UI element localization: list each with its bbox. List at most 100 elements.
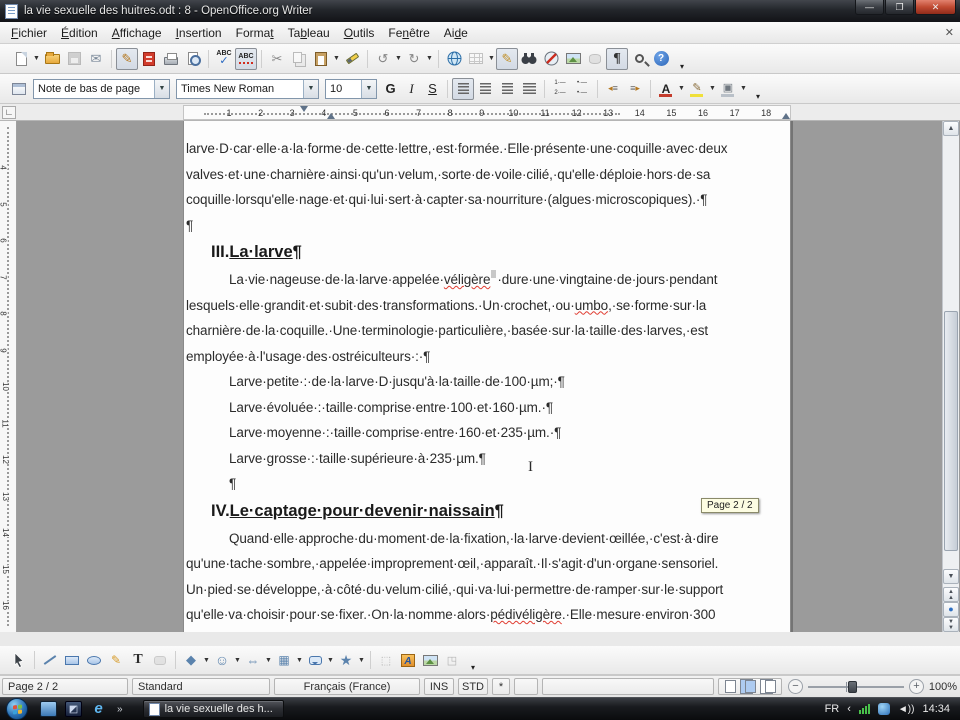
menu-fichier[interactable]: Fichier: [4, 23, 54, 43]
text-line[interactable]: Quand·elle·approche·du·moment·de·la·fixa…: [186, 526, 787, 552]
quicklaunch-browser-icon[interactable]: e: [90, 701, 107, 717]
menu-insertion[interactable]: Insertion: [169, 23, 229, 43]
close-button[interactable]: ✕: [915, 0, 956, 15]
font-color-dropdown-icon[interactable]: ▼: [677, 85, 686, 92]
data-sources-button[interactable]: [584, 48, 606, 70]
auto-spellcheck-button[interactable]: ABC: [235, 47, 257, 70]
stars-dropdown-icon[interactable]: ▼: [357, 657, 366, 664]
right-indent-marker[interactable]: [782, 113, 790, 119]
paste-dropdown-icon[interactable]: ▼: [332, 55, 341, 62]
text-line[interactable]: valves·et·une·charnière·ainsi·qu'un·velu…: [186, 162, 787, 188]
menu-tableau[interactable]: Tableau: [281, 23, 337, 43]
scroll-up-icon[interactable]: ▲: [943, 121, 959, 136]
volume-icon[interactable]: ◄)): [898, 704, 915, 715]
bold-button[interactable]: G: [380, 78, 401, 99]
left-indent-marker[interactable]: [327, 113, 335, 119]
font-dropdown-icon[interactable]: ▼: [303, 79, 318, 98]
list-line[interactable]: Larve·évoluée·:·taille·comprise·entre·10…: [186, 395, 787, 421]
navigation-icon[interactable]: ●: [943, 602, 959, 617]
menu-format[interactable]: Format: [229, 23, 281, 43]
font-size-combo[interactable]: 10 ▼: [325, 78, 377, 99]
zoom-slider[interactable]: − +: [786, 678, 926, 695]
first-line-indent-marker[interactable]: [300, 106, 308, 112]
symbol-shapes-button[interactable]: ☺: [211, 649, 233, 671]
highlighting-button[interactable]: ✎: [686, 78, 708, 100]
basic-shapes-button[interactable]: ◆: [180, 649, 202, 671]
align-right-button[interactable]: [496, 78, 518, 100]
size-dropdown-icon[interactable]: ▼: [361, 79, 376, 98]
print-button[interactable]: [160, 48, 182, 70]
rectangle-tool-button[interactable]: [61, 649, 83, 671]
menu-affichage[interactable]: Affichage: [105, 23, 169, 43]
previous-page-icon[interactable]: ▲ ▲: [943, 587, 959, 602]
text-line[interactable]: charnière·de·la·coquille.·Une·terminolog…: [186, 318, 787, 344]
fontwork-gallery-button[interactable]: A: [397, 649, 419, 671]
gallery-button[interactable]: [562, 48, 584, 70]
vertical-ruler[interactable]: 4 5 6 7 8 9 10 11 12 13 14 15 16: [0, 121, 17, 632]
find-replace-button[interactable]: [518, 48, 540, 70]
navigator-button[interactable]: [540, 48, 562, 70]
text-line[interactable]: La·vie·nageuse·de·la·larve·appelée·vélig…: [186, 267, 787, 293]
paragraph-style-combo[interactable]: Note de bas de page ▼: [33, 78, 170, 99]
pilcrow-mark[interactable]: ¶: [186, 213, 787, 239]
book-view-icon[interactable]: [764, 680, 776, 693]
zoom-button[interactable]: [628, 48, 650, 70]
help-button[interactable]: ?: [650, 48, 672, 70]
multi-page-view-icon[interactable]: [744, 680, 756, 693]
zoom-in-icon[interactable]: +: [909, 679, 924, 694]
copy-button[interactable]: [288, 48, 310, 70]
ellipse-tool-button[interactable]: [83, 649, 105, 671]
status-insert-mode[interactable]: INS: [424, 678, 454, 695]
tab-stop-selector[interactable]: ∟: [2, 106, 16, 119]
table-dropdown-icon[interactable]: ▼: [487, 55, 496, 62]
basic-shapes-dropdown-icon[interactable]: ▼: [202, 657, 211, 664]
format-paintbrush-button[interactable]: [341, 48, 363, 70]
edit-points-button[interactable]: ⬚: [375, 649, 397, 671]
block-arrows-button[interactable]: ⇔: [242, 649, 264, 671]
footnote-anchor[interactable]: [491, 270, 497, 278]
save-button[interactable]: [63, 48, 85, 70]
text-line[interactable]: Un·pied·se·développe,·à·côté·du·velum·ci…: [186, 577, 787, 603]
status-modified-flag[interactable]: *: [492, 678, 510, 695]
taskbar-task-button[interactable]: la vie sexuelle des h...: [142, 700, 284, 718]
redo-dropdown-icon[interactable]: ▼: [425, 55, 434, 62]
vertical-scroll-thumb[interactable]: [944, 311, 958, 551]
quicklaunch-overflow-chevron[interactable]: »: [117, 704, 123, 715]
maximize-button[interactable]: ❐: [885, 0, 914, 15]
toolbar-overflow-icon[interactable]: ▾: [756, 92, 760, 103]
font-color-button[interactable]: A: [655, 78, 677, 100]
formatting-marks-button[interactable]: ¶: [606, 47, 628, 70]
background-color-button[interactable]: ▣: [717, 78, 739, 100]
tray-language-indicator[interactable]: FR: [825, 703, 840, 715]
menu-fenetre[interactable]: Fenêtre: [381, 23, 436, 43]
tray-expand-chevron[interactable]: ‹: [847, 703, 851, 715]
extrusion-button[interactable]: ◳: [441, 649, 463, 671]
status-page-number[interactable]: Page 2 / 2: [2, 678, 128, 695]
quicklaunch-switcher-icon[interactable]: ◩: [65, 701, 82, 717]
list-line[interactable]: Larve·grosse·:·taille·supérieure·à·235·µ…: [186, 446, 787, 472]
decrease-indent-button[interactable]: ◂≡: [602, 78, 624, 100]
flowchart-dropdown-icon[interactable]: ▼: [295, 657, 304, 664]
font-name-combo[interactable]: Times New Roman ▼: [176, 78, 319, 99]
align-left-button[interactable]: [452, 77, 474, 100]
vertical-scrollbar[interactable]: ▲ ▼ ▲ ▲ ● ▼ ▼: [942, 121, 959, 632]
text-line[interactable]: larve·D·car·elle·a·la·forme·de·cette·let…: [186, 136, 787, 162]
numbered-list-button[interactable]: 1·— 2·—: [549, 78, 571, 100]
network-status-icon[interactable]: [877, 703, 890, 715]
close-document-icon[interactable]: ✕: [945, 26, 954, 39]
background-color-dropdown-icon[interactable]: ▼: [739, 85, 748, 92]
spellcheck-button[interactable]: ABC ✓: [213, 48, 235, 70]
italic-button[interactable]: I: [401, 78, 422, 99]
quicklaunch-desktop-icon[interactable]: [40, 701, 57, 717]
line-tool-button[interactable]: [39, 649, 61, 671]
flowchart-button[interactable]: ▦: [273, 649, 295, 671]
page-preview-button[interactable]: [182, 48, 204, 70]
cut-button[interactable]: ✂: [266, 48, 288, 70]
text-tool-button[interactable]: T: [127, 649, 149, 671]
increase-indent-button[interactable]: ≡▸: [624, 78, 646, 100]
align-center-button[interactable]: [474, 78, 496, 100]
styles-panel-button[interactable]: [8, 78, 30, 100]
bullet-list-button[interactable]: •·— •·—: [571, 78, 593, 100]
menu-outils[interactable]: Outils: [337, 23, 382, 43]
zoom-slider-thumb[interactable]: [848, 681, 857, 693]
